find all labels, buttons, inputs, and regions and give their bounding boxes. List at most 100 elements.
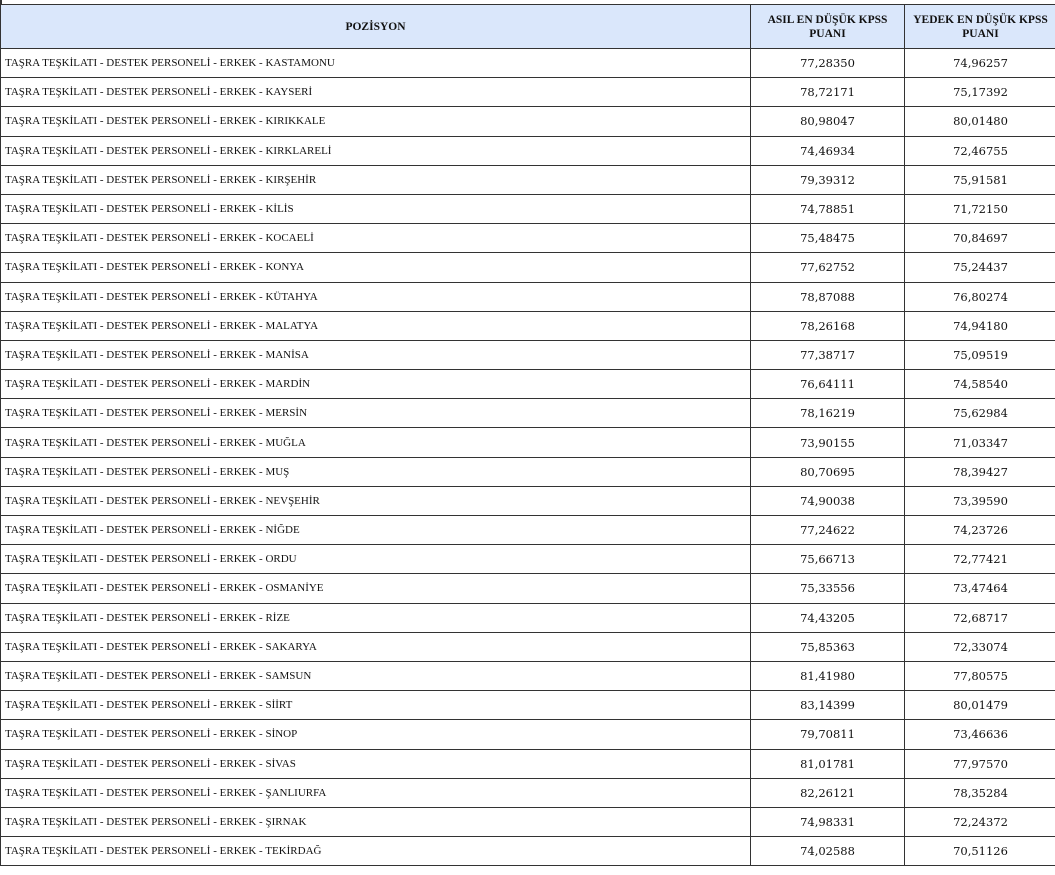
reserve-min-score-cell: 74,58540 xyxy=(904,369,1055,400)
position-cell: TAŞRA TEŞKİLATI - DESTEK PERSONELİ - ERK… xyxy=(0,135,751,166)
primary-min-score-cell: 74,78851 xyxy=(750,193,905,225)
primary-min-score-cell: 77,38717 xyxy=(750,339,905,371)
reserve-min-score-cell: 80,01479 xyxy=(904,690,1055,721)
table-row: TAŞRA TEŞKİLATI - DESTEK PERSONELİ - ERK… xyxy=(0,135,1055,166)
reserve-min-score-cell: 73,46636 xyxy=(904,719,1055,750)
kpss-score-table: POZİSYON ASIL EN DÜŞÜK KPSS PUANI YEDEK … xyxy=(0,4,1055,867)
header-position: POZİSYON xyxy=(0,4,751,49)
position-cell: TAŞRA TEŞKİLATI - DESTEK PERSONELİ - ERK… xyxy=(0,631,751,662)
position-cell: TAŞRA TEŞKİLATI - DESTEK PERSONELİ - ERK… xyxy=(0,748,751,779)
header-reserve-min-score: YEDEK EN DÜŞÜK KPSS PUANI xyxy=(904,4,1055,49)
position-cell: TAŞRA TEŞKİLATI - DESTEK PERSONELİ - ERK… xyxy=(0,339,751,371)
reserve-min-score-cell: 72,46755 xyxy=(904,135,1055,166)
reserve-min-score-cell: 74,94180 xyxy=(904,310,1055,341)
reserve-min-score-cell: 70,84697 xyxy=(904,223,1055,254)
position-cell: TAŞRA TEŞKİLATI - DESTEK PERSONELİ - ERK… xyxy=(0,602,751,633)
position-cell: TAŞRA TEŞKİLATI - DESTEK PERSONELİ - ERK… xyxy=(0,836,751,867)
reserve-min-score-cell: 73,39590 xyxy=(904,485,1055,517)
reserve-min-score-cell: 72,24372 xyxy=(904,806,1055,838)
position-cell: TAŞRA TEŞKİLATI - DESTEK PERSONELİ - ERK… xyxy=(0,77,751,108)
reserve-min-score-cell: 74,23726 xyxy=(904,514,1055,546)
primary-min-score-cell: 75,85363 xyxy=(750,631,905,662)
position-cell: TAŞRA TEŞKİLATI - DESTEK PERSONELİ - ERK… xyxy=(0,369,751,400)
position-cell: TAŞRA TEŞKİLATI - DESTEK PERSONELİ - ERK… xyxy=(0,310,751,341)
primary-min-score-cell: 74,46934 xyxy=(750,135,905,166)
header-primary-min-score: ASIL EN DÜŞÜK KPSS PUANI xyxy=(750,4,905,49)
position-cell: TAŞRA TEŞKİLATI - DESTEK PERSONELİ - ERK… xyxy=(0,47,751,79)
table-row: TAŞRA TEŞKİLATI - DESTEK PERSONELİ - ERK… xyxy=(0,544,1055,575)
table-header-row: POZİSYON ASIL EN DÜŞÜK KPSS PUANI YEDEK … xyxy=(0,4,1055,49)
reserve-min-score-cell: 73,47464 xyxy=(904,573,1055,604)
position-cell: TAŞRA TEŞKİLATI - DESTEK PERSONELİ - ERK… xyxy=(0,427,751,458)
primary-min-score-cell: 80,70695 xyxy=(750,456,905,487)
table-row: TAŞRA TEŞKİLATI - DESTEK PERSONELİ - ERK… xyxy=(0,310,1055,341)
reserve-min-score-cell: 75,91581 xyxy=(904,164,1055,195)
primary-min-score-cell: 83,14399 xyxy=(750,690,905,721)
table-row: TAŞRA TEŞKİLATI - DESTEK PERSONELİ - ERK… xyxy=(0,281,1055,312)
reserve-min-score-cell: 78,35284 xyxy=(904,777,1055,808)
primary-min-score-cell: 78,26168 xyxy=(750,310,905,341)
primary-min-score-cell: 77,28350 xyxy=(750,47,905,79)
table-row: TAŞRA TEŞKİLATI - DESTEK PERSONELİ - ERK… xyxy=(0,485,1055,517)
position-cell: TAŞRA TEŞKİLATI - DESTEK PERSONELİ - ERK… xyxy=(0,514,751,546)
primary-min-score-cell: 78,87088 xyxy=(750,281,905,312)
table-row: TAŞRA TEŞKİLATI - DESTEK PERSONELİ - ERK… xyxy=(0,777,1055,808)
reserve-min-score-cell: 75,62984 xyxy=(904,398,1055,429)
reserve-min-score-cell: 77,80575 xyxy=(904,660,1055,692)
position-cell: TAŞRA TEŞKİLATI - DESTEK PERSONELİ - ERK… xyxy=(0,223,751,254)
reserve-min-score-cell: 72,77421 xyxy=(904,544,1055,575)
kpss-score-table-container: POZİSYON ASIL EN DÜŞÜK KPSS PUANI YEDEK … xyxy=(0,4,1055,867)
table-row: TAŞRA TEŞKİLATI - DESTEK PERSONELİ - ERK… xyxy=(0,193,1055,225)
table-row: TAŞRA TEŞKİLATI - DESTEK PERSONELİ - ERK… xyxy=(0,806,1055,838)
table-row: TAŞRA TEŞKİLATI - DESTEK PERSONELİ - ERK… xyxy=(0,456,1055,487)
primary-min-score-cell: 74,43205 xyxy=(750,602,905,633)
position-cell: TAŞRA TEŞKİLATI - DESTEK PERSONELİ - ERK… xyxy=(0,456,751,487)
table-row: TAŞRA TEŞKİLATI - DESTEK PERSONELİ - ERK… xyxy=(0,573,1055,604)
position-cell: TAŞRA TEŞKİLATI - DESTEK PERSONELİ - ERK… xyxy=(0,777,751,808)
position-cell: TAŞRA TEŞKİLATI - DESTEK PERSONELİ - ERK… xyxy=(0,660,751,692)
primary-min-score-cell: 77,62752 xyxy=(750,252,905,283)
table-row: TAŞRA TEŞKİLATI - DESTEK PERSONELİ - ERK… xyxy=(0,252,1055,283)
position-cell: TAŞRA TEŞKİLATI - DESTEK PERSONELİ - ERK… xyxy=(0,806,751,838)
table-row: TAŞRA TEŞKİLATI - DESTEK PERSONELİ - ERK… xyxy=(0,631,1055,662)
table-row: TAŞRA TEŞKİLATI - DESTEK PERSONELİ - ERK… xyxy=(0,106,1055,137)
primary-min-score-cell: 82,26121 xyxy=(750,777,905,808)
primary-min-score-cell: 74,90038 xyxy=(750,485,905,517)
table-row: TAŞRA TEŞKİLATI - DESTEK PERSONELİ - ERK… xyxy=(0,47,1055,79)
primary-min-score-cell: 75,66713 xyxy=(750,544,905,575)
table-row: TAŞRA TEŞKİLATI - DESTEK PERSONELİ - ERK… xyxy=(0,369,1055,400)
reserve-min-score-cell: 72,68717 xyxy=(904,602,1055,633)
position-cell: TAŞRA TEŞKİLATI - DESTEK PERSONELİ - ERK… xyxy=(0,164,751,195)
table-row: TAŞRA TEŞKİLATI - DESTEK PERSONELİ - ERK… xyxy=(0,223,1055,254)
primary-min-score-cell: 74,98331 xyxy=(750,806,905,838)
reserve-min-score-cell: 75,17392 xyxy=(904,77,1055,108)
position-cell: TAŞRA TEŞKİLATI - DESTEK PERSONELİ - ERK… xyxy=(0,281,751,312)
reserve-min-score-cell: 71,72150 xyxy=(904,193,1055,225)
reserve-min-score-cell: 80,01480 xyxy=(904,106,1055,137)
reserve-min-score-cell: 75,24437 xyxy=(904,252,1055,283)
reserve-min-score-cell: 75,09519 xyxy=(904,339,1055,371)
position-cell: TAŞRA TEŞKİLATI - DESTEK PERSONELİ - ERK… xyxy=(0,719,751,750)
table-row: TAŞRA TEŞKİLATI - DESTEK PERSONELİ - ERK… xyxy=(0,719,1055,750)
position-cell: TAŞRA TEŞKİLATI - DESTEK PERSONELİ - ERK… xyxy=(0,252,751,283)
table-row: TAŞRA TEŞKİLATI - DESTEK PERSONELİ - ERK… xyxy=(0,660,1055,692)
primary-min-score-cell: 76,64111 xyxy=(750,369,905,400)
primary-min-score-cell: 79,70811 xyxy=(750,719,905,750)
primary-min-score-cell: 73,90155 xyxy=(750,427,905,458)
position-cell: TAŞRA TEŞKİLATI - DESTEK PERSONELİ - ERK… xyxy=(0,544,751,575)
reserve-min-score-cell: 74,96257 xyxy=(904,47,1055,79)
table-row: TAŞRA TEŞKİLATI - DESTEK PERSONELİ - ERK… xyxy=(0,164,1055,195)
primary-min-score-cell: 75,48475 xyxy=(750,223,905,254)
primary-min-score-cell: 78,72171 xyxy=(750,77,905,108)
reserve-min-score-cell: 77,97570 xyxy=(904,748,1055,779)
primary-min-score-cell: 78,16219 xyxy=(750,398,905,429)
reserve-min-score-cell: 72,33074 xyxy=(904,631,1055,662)
reserve-min-score-cell: 78,39427 xyxy=(904,456,1055,487)
position-cell: TAŞRA TEŞKİLATI - DESTEK PERSONELİ - ERK… xyxy=(0,485,751,517)
table-row: TAŞRA TEŞKİLATI - DESTEK PERSONELİ - ERK… xyxy=(0,398,1055,429)
reserve-min-score-cell: 76,80274 xyxy=(904,281,1055,312)
primary-min-score-cell: 74,02588 xyxy=(750,836,905,867)
table-row: TAŞRA TEŞKİLATI - DESTEK PERSONELİ - ERK… xyxy=(0,836,1055,867)
table-row: TAŞRA TEŞKİLATI - DESTEK PERSONELİ - ERK… xyxy=(0,514,1055,546)
table-row: TAŞRA TEŞKİLATI - DESTEK PERSONELİ - ERK… xyxy=(0,427,1055,458)
